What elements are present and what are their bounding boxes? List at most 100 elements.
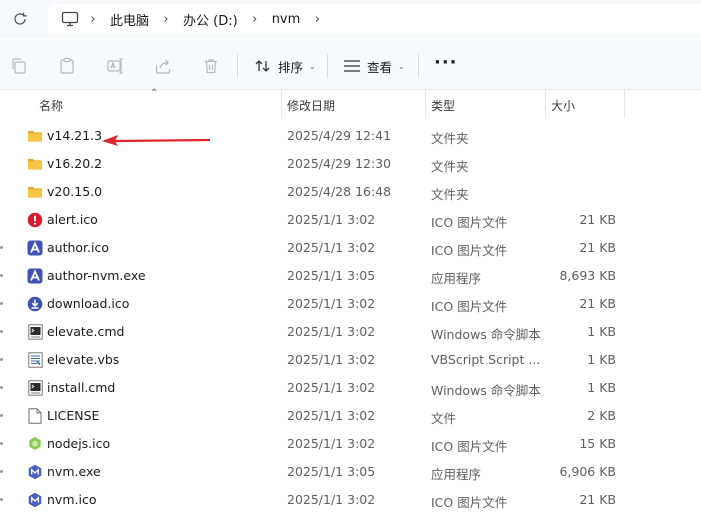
file-row[interactable]: download.ico 2025/1/1 3:02 ICO 图片文件 21 K… [0, 290, 701, 318]
refresh-button[interactable] [8, 7, 32, 31]
column-header-size[interactable]: 大小 [551, 97, 575, 114]
sort-button[interactable]: 排序 ⌄ [254, 54, 316, 78]
sort-label: 排序 [278, 59, 304, 75]
file-modified-date: 2025/1/1 3:02 [287, 296, 376, 311]
column-divider[interactable] [425, 90, 426, 118]
file-type: 应用程序 [431, 271, 482, 286]
file-name: LICENSE [47, 408, 100, 423]
file-type: Windows 命令脚本 [431, 327, 541, 342]
sort-icon [255, 60, 270, 72]
rename-icon[interactable] [105, 56, 125, 76]
author-icon [27, 267, 43, 284]
breadcrumb-nvm[interactable]: nvm [268, 12, 305, 27]
view-icon [344, 60, 360, 72]
file-name: v16.20.2 [47, 156, 103, 171]
chevron-right-icon[interactable]: › [242, 12, 268, 27]
command-bar: 排序 ⌄ 查看 ⌄ ··· [0, 40, 701, 90]
file-row[interactable]: nvm.exe 2025/1/1 3:05 应用程序 6,906 KB [0, 458, 701, 486]
file-size: 8,693 KB [559, 268, 616, 283]
scroll-edge-marker [0, 414, 3, 417]
file-row[interactable]: v20.15.0 2025/4/28 16:48 文件夹 [0, 178, 701, 206]
delete-icon[interactable] [201, 56, 221, 76]
more-options-button[interactable]: ··· [434, 52, 458, 73]
file-size: 1 KB [587, 352, 616, 367]
file-row[interactable]: alert.ico 2025/1/1 3:02 ICO 图片文件 21 KB [0, 206, 701, 234]
file-type: ICO 图片文件 [431, 299, 508, 314]
sort-ascending-icon: ⌃ [150, 88, 159, 99]
file-name: v14.21.3 [47, 128, 103, 143]
chevron-right-icon[interactable]: › [153, 12, 179, 27]
this-pc-icon[interactable] [60, 9, 80, 29]
toolbar-separator [327, 54, 328, 78]
file-name: install.cmd [47, 380, 116, 395]
breadcrumb-this-pc[interactable]: 此电脑 [106, 10, 153, 29]
chevron-right-icon[interactable]: › [304, 12, 330, 27]
copy-icon[interactable] [9, 56, 29, 76]
file-type: 应用程序 [431, 467, 482, 482]
column-header-type[interactable]: 类型 [431, 97, 455, 114]
file-size: 15 KB [579, 436, 616, 451]
author-icon [27, 239, 43, 256]
share-icon[interactable] [153, 56, 173, 76]
chevron-right-icon[interactable]: › [80, 12, 106, 27]
file-modified-date: 2025/1/1 3:02 [287, 324, 376, 339]
column-divider[interactable] [624, 90, 625, 118]
file-modified-date: 2025/1/1 3:05 [287, 464, 376, 479]
scroll-edge-marker [0, 386, 3, 389]
file-row[interactable]: elevate.cmd 2025/1/1 3:02 Windows 命令脚本 1… [0, 318, 701, 346]
folder-icon [27, 127, 43, 144]
column-divider[interactable] [545, 90, 546, 118]
file-name: nvm.ico [47, 492, 97, 507]
breadcrumb-drive-d[interactable]: 办公 (D:) [179, 10, 242, 29]
file-row[interactable]: nvm.ico 2025/1/1 3:02 ICO 图片文件 21 KB [0, 486, 701, 514]
folder-icon [27, 155, 43, 172]
paste-icon[interactable] [57, 56, 77, 76]
file-size: 21 KB [579, 212, 616, 227]
file-row[interactable]: author-nvm.exe 2025/1/1 3:05 应用程序 8,693 … [0, 262, 701, 290]
file-name: download.ico [47, 296, 130, 311]
file-type: 文件夹 [431, 159, 469, 174]
file-row[interactable]: LICENSE 2025/1/1 3:02 文件 2 KB [0, 402, 701, 430]
scroll-edge-marker [0, 246, 3, 249]
file-name: nvm.exe [47, 464, 101, 479]
file-modified-date: 2025/1/1 3:02 [287, 492, 376, 507]
file-size: 1 KB [587, 380, 616, 395]
file-modified-date: 2025/1/1 3:02 [287, 352, 376, 367]
scroll-edge-marker [0, 330, 3, 333]
column-header-name[interactable]: 名称 [39, 97, 63, 114]
file-row[interactable]: author.ico 2025/1/1 3:02 ICO 图片文件 21 KB [0, 234, 701, 262]
file-size: 21 KB [579, 492, 616, 507]
cmd-script-icon [27, 379, 43, 396]
download-icon [27, 295, 43, 312]
column-divider[interactable] [281, 90, 282, 118]
scroll-edge-marker [0, 274, 3, 277]
file-type: VBScript Script ... [431, 352, 541, 367]
file-size: 2 KB [587, 408, 616, 423]
file-modified-date: 2025/1/1 3:02 [287, 212, 376, 227]
chevron-down-icon: ⌄ [309, 61, 316, 71]
file-modified-date: 2025/4/28 16:48 [287, 184, 392, 199]
file-size: 21 KB [579, 296, 616, 311]
vbs-script-icon [27, 351, 43, 368]
file-name: v20.15.0 [47, 184, 103, 199]
file-row[interactable]: nodejs.ico 2025/1/1 3:02 ICO 图片文件 15 KB [0, 430, 701, 458]
file-row[interactable]: install.cmd 2025/1/1 3:02 Windows 命令脚本 1… [0, 374, 701, 402]
file-row[interactable]: v16.20.2 2025/4/29 12:30 文件夹 [0, 150, 701, 178]
column-header-row: ⌃ 名称 修改日期 类型 大小 [0, 88, 701, 118]
file-type: 文件 [431, 411, 457, 426]
chevron-down-icon: ⌄ [398, 61, 405, 71]
file-modified-date: 2025/4/29 12:41 [287, 128, 392, 143]
column-header-date[interactable]: 修改日期 [287, 97, 335, 114]
file-row[interactable]: elevate.vbs 2025/1/1 3:02 VBScript Scrip… [0, 346, 701, 374]
file-name: elevate.vbs [47, 352, 120, 367]
view-button[interactable]: 查看 ⌄ [343, 54, 405, 78]
file-name: elevate.cmd [47, 324, 125, 339]
nodejs-icon [27, 435, 43, 452]
address-bar[interactable]: › 此电脑 › 办公 (D:) › nvm › [48, 4, 701, 34]
file-modified-date: 2025/1/1 3:02 [287, 380, 376, 395]
file-type: ICO 图片文件 [431, 439, 508, 454]
file-type: ICO 图片文件 [431, 495, 508, 510]
file-size: 21 KB [579, 240, 616, 255]
toolbar-separator [418, 54, 419, 78]
alert-icon [27, 211, 43, 228]
